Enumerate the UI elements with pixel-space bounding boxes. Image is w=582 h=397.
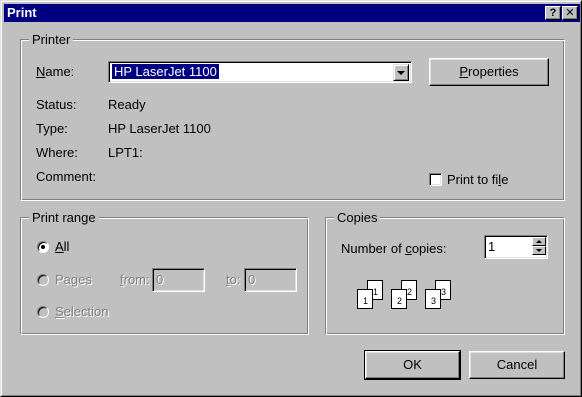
radio-selected-dot <box>41 245 45 249</box>
print-to-file-label[interactable]: Print to file <box>447 172 508 187</box>
close-icon: ✕ <box>565 7 575 19</box>
cancel-button[interactable]: Cancel <box>469 351 565 379</box>
to-input[interactable]: 0 <box>244 268 297 292</box>
collate-page: 2 <box>391 289 407 309</box>
selection-radio[interactable] <box>37 306 49 318</box>
all-radio[interactable] <box>37 241 49 253</box>
dialog-frame: Print ? ✕ Printer Name: HP LaserJet 1100… <box>1 1 581 396</box>
pages-radio[interactable] <box>37 274 49 286</box>
properties-button[interactable]: Properties <box>429 58 549 86</box>
selection-label[interactable]: Selection <box>55 304 108 319</box>
pages-label[interactable]: Pages <box>55 272 92 287</box>
collate-page: 1 <box>357 289 373 309</box>
chevron-down-icon <box>397 71 405 75</box>
all-label[interactable]: All <box>55 239 69 254</box>
combobox-dropdown-button[interactable] <box>393 64 409 81</box>
printer-name-value: HP LaserJet 1100 <box>111 63 220 80</box>
type-label: Type: <box>36 121 68 136</box>
collate-page: 3 <box>425 289 441 309</box>
spin-down-button[interactable] <box>532 246 546 255</box>
from-input[interactable]: 0 <box>152 268 205 292</box>
copies-spinner[interactable]: 1 <box>484 235 548 259</box>
to-label: to: <box>226 272 241 287</box>
printer-group-label: Printer <box>29 32 74 47</box>
dialog-title: Print <box>7 5 37 20</box>
title-bar[interactable]: Print ? ✕ <box>4 4 580 22</box>
number-of-copies-label: Number of copies: <box>341 241 447 256</box>
from-value: 0 <box>156 272 164 287</box>
printer-name-combobox[interactable]: HP LaserJet 1100 <box>108 61 412 83</box>
from-label: from: <box>120 272 150 287</box>
where-value: LPT1: <box>108 145 143 160</box>
name-label: Name: <box>36 64 75 79</box>
copies-value: 1 <box>488 239 496 254</box>
print-to-file-checkbox[interactable] <box>429 173 442 186</box>
type-value: HP LaserJet 1100 <box>108 121 211 136</box>
spin-up-button[interactable] <box>532 237 546 246</box>
close-button[interactable]: ✕ <box>562 6 578 20</box>
status-label: Status: <box>36 97 77 112</box>
arrow-down-icon <box>536 249 542 252</box>
help-button[interactable]: ? <box>545 6 561 20</box>
ok-button[interactable]: OK <box>364 350 461 380</box>
arrow-up-icon <box>536 240 542 243</box>
to-value: 0 <box>248 272 256 287</box>
copies-group-label: Copies <box>334 210 381 225</box>
status-value: Ready <box>108 97 146 112</box>
print-range-group-label: Print range <box>29 210 99 225</box>
comment-label: Comment: <box>36 169 96 184</box>
print-dialog: Print ? ✕ Printer Name: HP LaserJet 1100… <box>0 0 582 397</box>
where-label: Where: <box>36 145 78 160</box>
